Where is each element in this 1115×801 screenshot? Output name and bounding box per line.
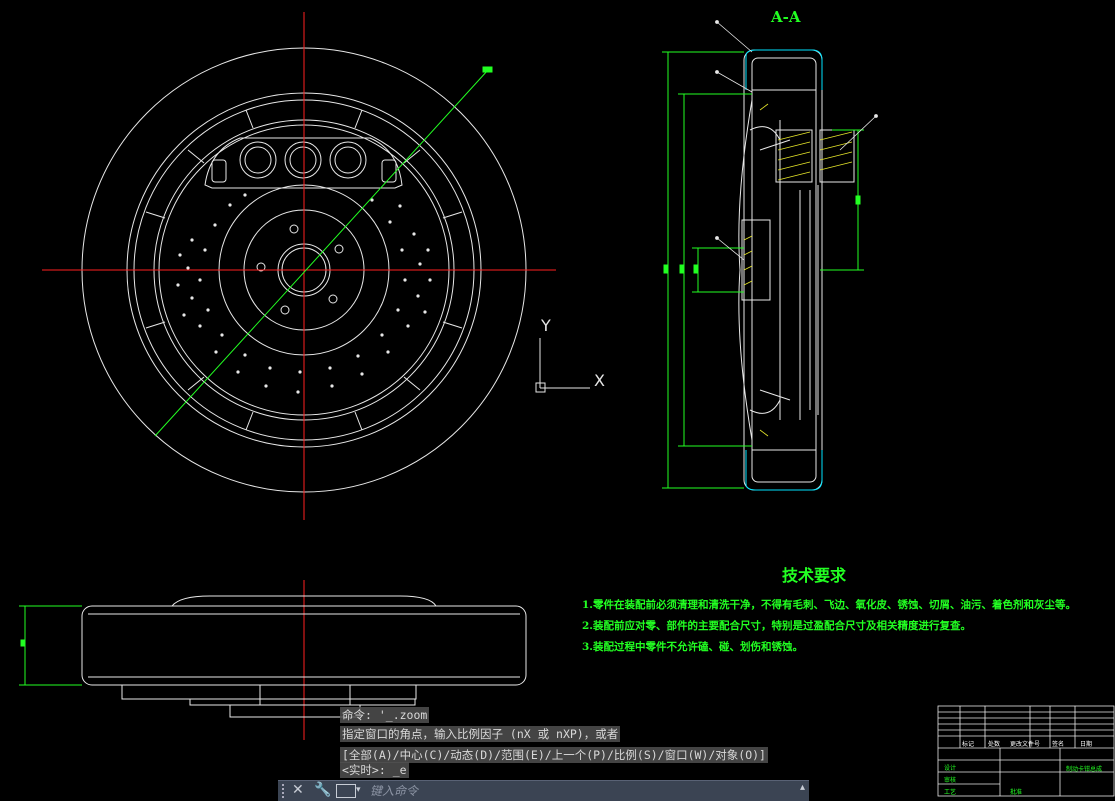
- ucs-x-label: X: [594, 371, 605, 390]
- chevron-down-icon[interactable]: ▾: [356, 785, 361, 795]
- title-block-header: 签名: [1052, 741, 1065, 748]
- drawing-canvas[interactable]: [0, 0, 1115, 800]
- title-block-header: 日期: [1080, 741, 1093, 748]
- title-block-role: 设计: [944, 765, 957, 772]
- tech-requirements-title: 技术要求: [782, 566, 847, 585]
- tech-requirement-item: 3.装配过程中零件不允许磕、碰、划伤和锈蚀。: [582, 641, 803, 653]
- tech-requirement-item: 2.装配前应对零、部件的主要配合尺寸，特别是过盈配合尺寸及相关精度进行复查。: [582, 620, 971, 632]
- title-block-header: 更改文件号: [1010, 741, 1041, 748]
- dimensions: [19, 51, 864, 686]
- title-block-header: 标记: [962, 741, 975, 748]
- title-block-header: 处数: [988, 741, 1001, 748]
- close-icon[interactable]: ✕: [292, 782, 304, 798]
- command-history-line: <实时>: _e: [340, 762, 409, 778]
- title-block-role: 工艺: [944, 789, 957, 796]
- centerlines: [42, 12, 556, 740]
- prompt-icon[interactable]: [336, 784, 356, 798]
- command-history-line: 指定窗口的角点，输入比例因子 (nX 或 nXP)，或者: [340, 726, 621, 742]
- title-block: [937, 705, 1115, 797]
- command-input[interactable]: [370, 783, 790, 798]
- command-bar: ✕ 🔧 ▾ ▴: [278, 780, 809, 801]
- drag-handle[interactable]: [282, 784, 290, 798]
- leader-callouts: [715, 20, 878, 261]
- chevron-up-icon[interactable]: ▴: [800, 782, 805, 793]
- ucs-icon: [535, 338, 590, 393]
- ucs-y-label: Y: [541, 316, 551, 335]
- title-block-role: 审核: [944, 777, 957, 784]
- command-history-line: 命令: '_.zoom: [340, 707, 430, 723]
- section-label: A-A: [771, 8, 801, 26]
- wrench-icon[interactable]: 🔧: [314, 782, 331, 798]
- tech-requirement-item: 1.零件在装配前必须清理和清洗干净，不得有毛刺、飞边、氧化皮、锈蚀、切屑、油污、…: [582, 599, 1076, 611]
- command-history-line: [全部(A)/中心(C)/动态(D)/范围(E)/上一个(P)/比例(S)/窗口…: [340, 747, 768, 763]
- title-block-drawing-name: 制动卡钳总成: [1066, 766, 1103, 773]
- title-block-role: 批准: [1010, 789, 1023, 796]
